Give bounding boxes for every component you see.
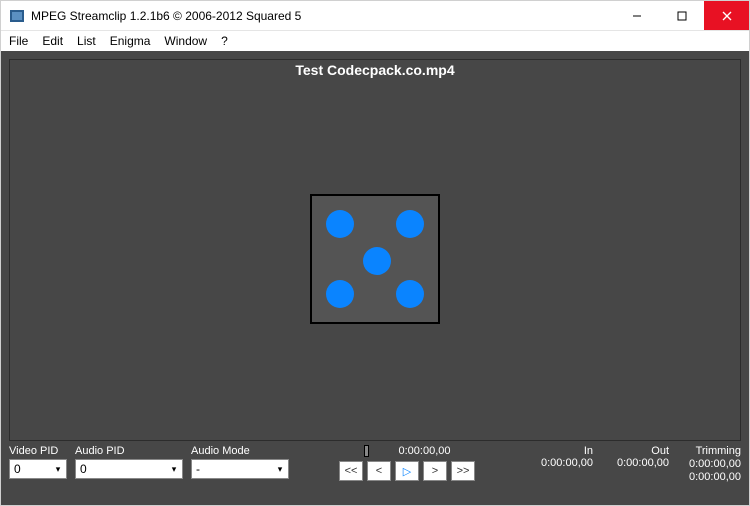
video-pid-group: Video PID 0 ▾ — [9, 445, 67, 479]
close-button[interactable] — [704, 1, 749, 30]
go-first-button[interactable]: << — [339, 461, 363, 481]
dice-dot-icon — [396, 280, 424, 308]
step-forward-button[interactable]: > — [423, 461, 447, 481]
out-value: 0:00:00,00 — [617, 457, 669, 469]
video-pid-value: 0 — [14, 462, 21, 476]
playhead-thumb[interactable] — [364, 445, 369, 457]
go-last-button[interactable]: >> — [451, 461, 475, 481]
window-title: MPEG Streamclip 1.2.1b6 © 2006-2012 Squa… — [31, 9, 614, 23]
video-frame-thumbnail — [310, 194, 440, 324]
video-pid-select[interactable]: 0 ▾ — [9, 459, 67, 479]
dice-dot-icon — [326, 210, 354, 238]
menu-help[interactable]: ? — [221, 34, 228, 48]
in-value: 0:00:00,00 — [541, 457, 593, 469]
step-back-button[interactable]: < — [367, 461, 391, 481]
in-timecode-group: In 0:00:00,00 — [531, 445, 593, 469]
minimize-button[interactable] — [614, 1, 659, 30]
dice-dot-icon — [326, 280, 354, 308]
video-canvas[interactable] — [10, 78, 740, 440]
audio-pid-value: 0 — [80, 462, 87, 476]
trimming-label: Trimming — [696, 445, 741, 458]
app-icon — [9, 8, 25, 24]
menu-enigma[interactable]: Enigma — [110, 34, 151, 48]
audio-mode-value: - — [196, 462, 200, 476]
menu-list[interactable]: List — [77, 34, 96, 48]
video-title: Test Codecpack.co.mp4 — [295, 62, 454, 78]
transport: 0:00:00,00 << < ▷ > >> — [297, 445, 517, 481]
transport-buttons: << < ▷ > >> — [339, 461, 475, 481]
bottom-controls: Video PID 0 ▾ Audio PID 0 ▾ Audio Mode -… — [9, 445, 741, 497]
play-button[interactable]: ▷ — [395, 461, 419, 481]
chevron-down-icon: ▾ — [166, 464, 182, 475]
video-region: Test Codecpack.co.mp4 — [9, 59, 741, 441]
audio-mode-label: Audio Mode — [191, 445, 289, 457]
titlebar: MPEG Streamclip 1.2.1b6 © 2006-2012 Squa… — [1, 1, 749, 31]
timeline[interactable]: 0:00:00,00 — [364, 445, 451, 457]
menu-file[interactable]: File — [9, 34, 28, 48]
chevron-down-icon: ▾ — [50, 464, 66, 475]
trimming-value1: 0:00:00,00 — [689, 458, 741, 471]
dice-dot-icon — [363, 247, 391, 275]
in-label: In — [584, 445, 593, 457]
trimming-group: Trimming 0:00:00,00 0:00:00,00 — [679, 445, 741, 484]
menubar: File Edit List Enigma Window ? — [1, 31, 749, 51]
out-timecode-group: Out 0:00:00,00 — [607, 445, 669, 469]
out-label: Out — [651, 445, 669, 457]
audio-pid-group: Audio PID 0 ▾ — [75, 445, 183, 479]
video-pid-label: Video PID — [9, 445, 67, 457]
main-area: Test Codecpack.co.mp4 Video PID 0 ▾ Audi… — [1, 51, 749, 505]
chevron-down-icon: ▾ — [272, 464, 288, 475]
audio-mode-select[interactable]: - ▾ — [191, 459, 289, 479]
audio-pid-select[interactable]: 0 ▾ — [75, 459, 183, 479]
menu-window[interactable]: Window — [164, 34, 207, 48]
dice-dot-icon — [396, 210, 424, 238]
audio-mode-group: Audio Mode - ▾ — [191, 445, 289, 479]
trimming-value2: 0:00:00,00 — [689, 471, 741, 484]
maximize-button[interactable] — [659, 1, 704, 30]
current-timecode: 0:00:00,00 — [399, 445, 451, 457]
audio-pid-label: Audio PID — [75, 445, 183, 457]
window-controls — [614, 1, 749, 30]
menu-edit[interactable]: Edit — [42, 34, 63, 48]
